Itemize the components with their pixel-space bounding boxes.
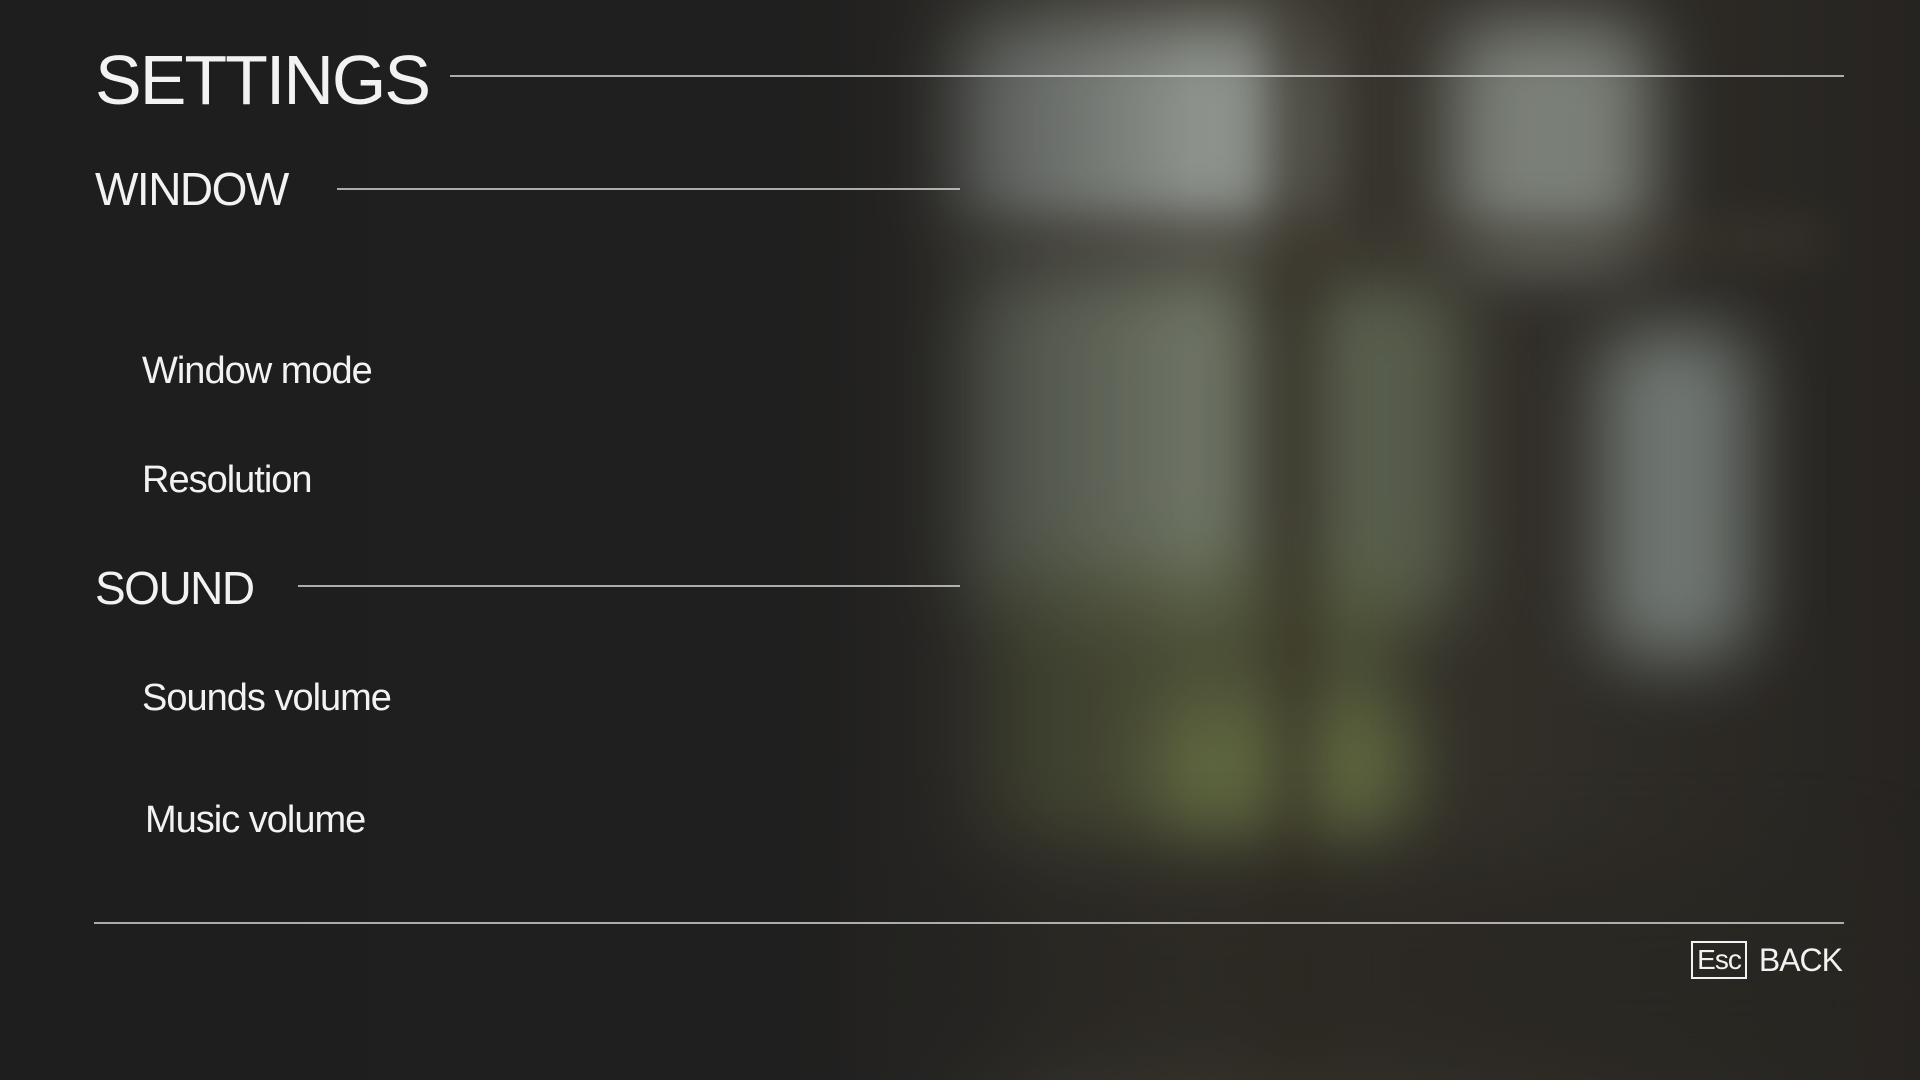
menu-item-window-mode[interactable]: Window mode bbox=[142, 348, 373, 394]
section-heading-window: WINDOW bbox=[95, 163, 289, 215]
back-button[interactable]: Esc BACK bbox=[1691, 940, 1843, 980]
esc-key-icon: Esc bbox=[1691, 941, 1747, 979]
title-divider bbox=[450, 75, 1844, 77]
sound-section-divider bbox=[298, 585, 960, 587]
window-section-divider bbox=[337, 188, 960, 190]
menu-item-sounds-volume[interactable]: Sounds volume bbox=[142, 675, 392, 721]
menu-item-music-volume[interactable]: Music volume bbox=[145, 797, 366, 843]
section-heading-sound: SOUND bbox=[95, 562, 255, 614]
back-label: BACK bbox=[1758, 942, 1843, 978]
settings-menu: SETTINGS WINDOW Window mode Resolution S… bbox=[0, 0, 1920, 1080]
page-title: SETTINGS bbox=[95, 41, 431, 119]
menu-item-resolution[interactable]: Resolution bbox=[142, 457, 313, 503]
footer-divider bbox=[94, 922, 1844, 924]
